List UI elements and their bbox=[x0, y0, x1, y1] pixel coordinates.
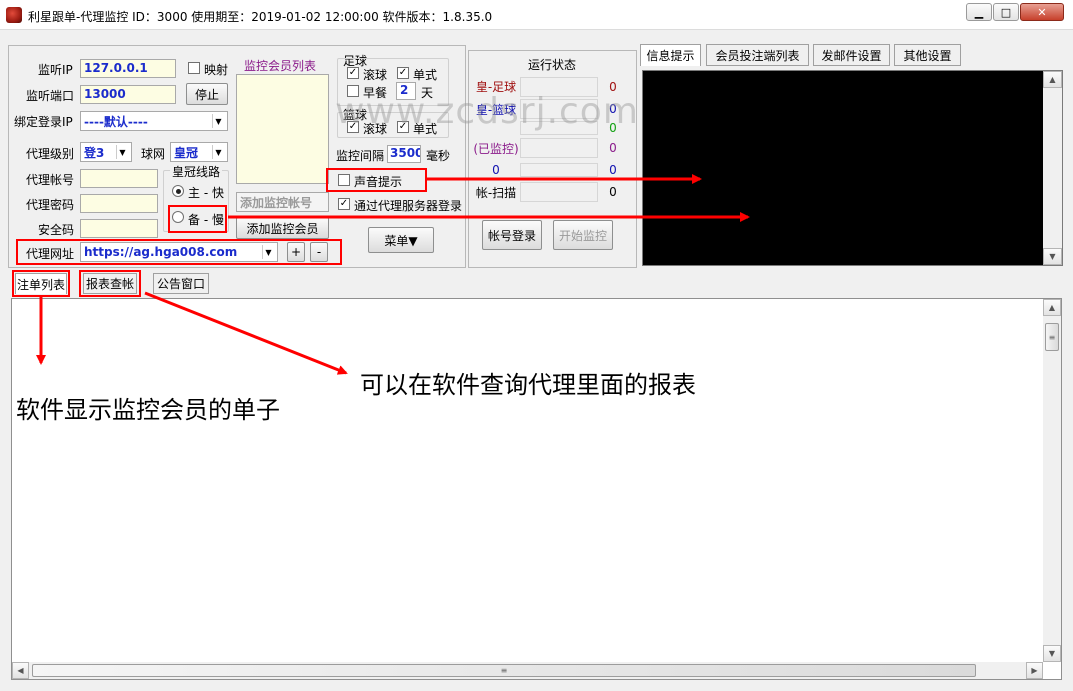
annotation-login-only: 登一专用 bbox=[760, 211, 856, 239]
annotation-report: 可以在软件查询代理里面的报表 bbox=[360, 371, 696, 399]
annotation-need-check: 需要就勾 bbox=[713, 164, 809, 192]
annotation-show-orders: 软件显示监控会员的单子 bbox=[16, 396, 280, 424]
annotation-arrows bbox=[36, 174, 750, 375]
arrow-report-check bbox=[144, 291, 348, 375]
